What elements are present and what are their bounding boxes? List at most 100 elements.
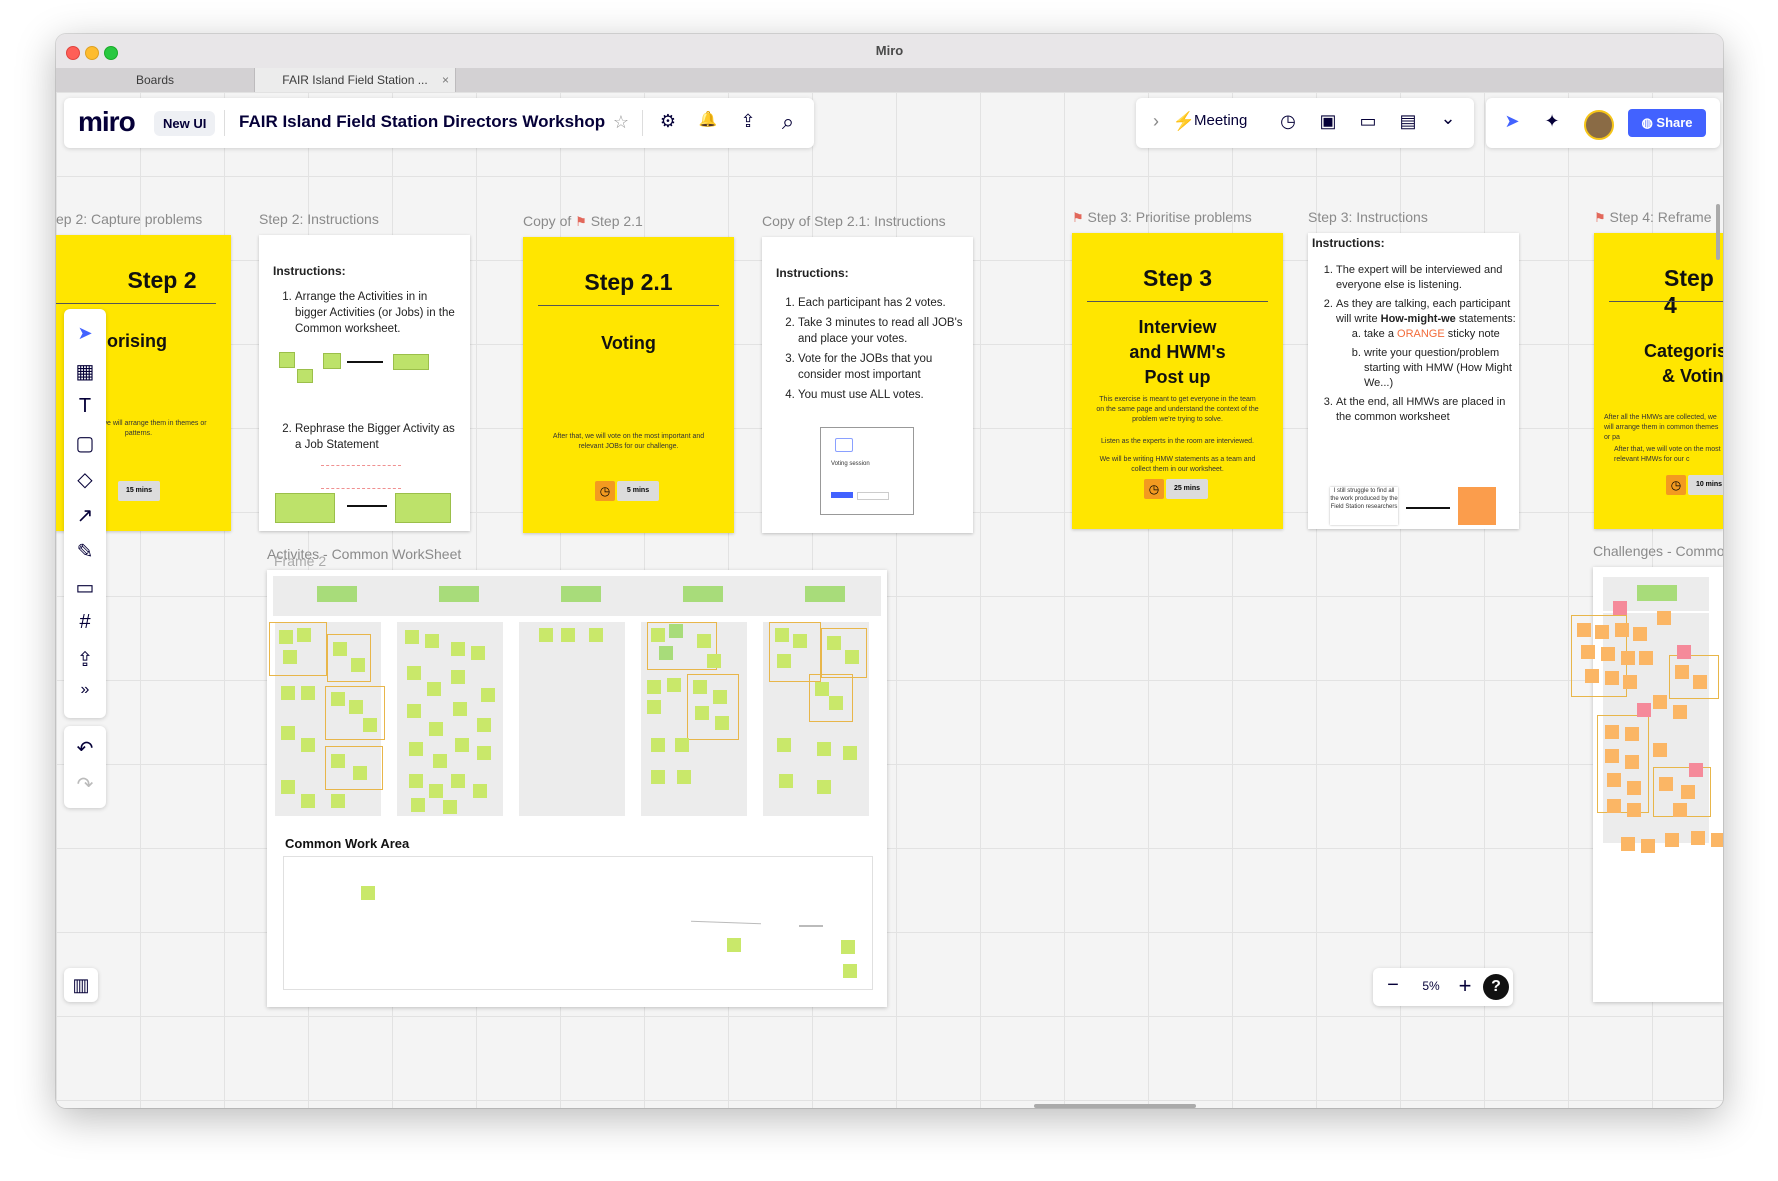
shapes-icon[interactable]: ◇	[64, 467, 106, 492]
card-step4[interactable]: Step 4 Categoris & Votin After all the H…	[1594, 233, 1723, 529]
sticky-note[interactable]	[693, 680, 707, 694]
sticky-note[interactable]	[1677, 645, 1691, 659]
sticky-note[interactable]	[843, 746, 857, 760]
help-button[interactable]: ?	[1483, 974, 1509, 1000]
sticky-note[interactable]	[1641, 839, 1655, 853]
sticky-note[interactable]	[1613, 601, 1627, 615]
connection-line-icon[interactable]: ↗	[64, 503, 106, 528]
pen-icon[interactable]: ✎	[64, 539, 106, 564]
sticky-note[interactable]	[647, 700, 661, 714]
sticky-note[interactable]	[677, 770, 691, 784]
sticky-note[interactable]	[331, 692, 345, 706]
sticky-note[interactable]	[561, 628, 575, 642]
sticky-note[interactable]	[779, 774, 793, 788]
sticky-note[interactable]	[539, 628, 553, 642]
comment-icon[interactable]: ▭	[64, 575, 106, 600]
sticky-note-icon[interactable]: ▢	[64, 431, 106, 456]
header-sticky[interactable]	[561, 586, 601, 602]
sticky-note[interactable]	[1605, 725, 1619, 739]
new-ui-badge[interactable]: New UI	[154, 111, 216, 136]
sticky-note[interactable]	[451, 774, 465, 788]
header-sticky[interactable]	[1637, 585, 1677, 601]
sticky-note[interactable]	[301, 738, 315, 752]
sticky-note[interactable]	[301, 686, 315, 700]
header-sticky[interactable]	[439, 586, 479, 602]
sticky-note[interactable]	[473, 784, 487, 798]
frame-label-step3-prioritise[interactable]: ⚑ Step 3: Prioritise problems	[1072, 209, 1252, 226]
sticky-note[interactable]	[281, 780, 295, 794]
sticky-note[interactable]	[1607, 799, 1621, 813]
sticky-note[interactable]	[829, 696, 843, 710]
more-chevron-icon[interactable]: ⌄	[1436, 108, 1460, 129]
upload-icon[interactable]: ⇪	[736, 111, 760, 132]
challenges-frame[interactable]	[1571, 567, 1723, 1002]
card-step2-instructions[interactable]: Instructions: Arrange the Activities in …	[259, 235, 470, 531]
sticky-note[interactable]	[281, 686, 295, 700]
sticky-note[interactable]	[1605, 671, 1619, 685]
sticky-note[interactable]	[1585, 669, 1599, 683]
vertical-scrollbar[interactable]	[1716, 204, 1720, 260]
common-work-area[interactable]	[283, 856, 873, 990]
sticky-note[interactable]	[1581, 645, 1595, 659]
sticky-note[interactable]	[429, 784, 443, 798]
sticky-note[interactable]	[843, 964, 857, 978]
sticky-note[interactable]	[713, 690, 727, 704]
sticky-note[interactable]	[1691, 831, 1705, 845]
frame-label-step2-instructions[interactable]: Step 2: Instructions	[259, 211, 379, 227]
select-icon[interactable]: ➤	[64, 323, 106, 344]
sticky-note[interactable]	[281, 726, 295, 740]
header-sticky[interactable]	[805, 586, 845, 602]
sticky-note[interactable]	[775, 628, 789, 642]
zoom-level[interactable]: 5%	[1413, 979, 1449, 993]
lightning-icon[interactable]: ⚡	[1172, 111, 1196, 132]
header-sticky[interactable]	[683, 586, 723, 602]
sticky-note[interactable]	[1633, 627, 1647, 641]
meeting-button[interactable]: Meeting	[1194, 112, 1247, 129]
upload-icon[interactable]: ⇪	[64, 647, 106, 672]
search-icon[interactable]: ⌕	[776, 109, 800, 135]
horizontal-scrollbar[interactable]	[1034, 1104, 1196, 1108]
sticky-note[interactable]	[1621, 837, 1635, 851]
sticky-note[interactable]	[651, 770, 665, 784]
sticky-note[interactable]	[451, 670, 465, 684]
board-canvas[interactable]: ep 2: Capture problems Step 2: Instructi…	[56, 92, 1723, 1108]
sticky-note[interactable]	[1627, 781, 1641, 795]
activities-frame[interactable]: Common Work Area	[267, 570, 887, 1007]
frame-label-capture-problems[interactable]: ep 2: Capture problems	[56, 211, 202, 227]
redo-icon[interactable]: ↷	[64, 772, 106, 797]
sticky-note[interactable]	[675, 738, 689, 752]
sticky-note[interactable]	[1627, 803, 1641, 817]
sticky-note[interactable]	[405, 630, 419, 644]
miro-logo[interactable]: miro	[78, 106, 136, 138]
close-tab-icon[interactable]: ×	[442, 68, 449, 92]
sticky-note[interactable]	[659, 646, 673, 660]
share-button[interactable]: ◍ Share	[1628, 109, 1706, 137]
sticky-note[interactable]	[427, 682, 441, 696]
sticky-note[interactable]	[1673, 803, 1687, 817]
sticky-note[interactable]	[1639, 651, 1653, 665]
sticky-note[interactable]	[1653, 743, 1667, 757]
header-sticky[interactable]	[317, 586, 357, 602]
sticky-note[interactable]	[353, 766, 367, 780]
frame-label-frame2[interactable]: Frame 2	[274, 553, 326, 569]
sticky-note[interactable]	[651, 738, 665, 752]
sticky-note[interactable]	[707, 654, 721, 668]
more-tools-icon[interactable]: »	[64, 681, 106, 699]
sticky-note[interactable]	[695, 706, 709, 720]
sticky-note[interactable]	[1601, 647, 1615, 661]
sticky-note[interactable]	[361, 886, 375, 900]
timer-icon[interactable]: ◷	[1276, 111, 1300, 132]
sticky-note[interactable]	[451, 642, 465, 656]
sticky-note[interactable]	[429, 722, 443, 736]
sticky-note[interactable]	[409, 742, 423, 756]
sticky-note[interactable]	[297, 628, 311, 642]
sticky-note[interactable]	[1607, 773, 1621, 787]
frame-label-step4-reframe[interactable]: ⚑ Step 4: Reframe	[1594, 209, 1711, 226]
card-step21-instructions[interactable]: Instructions: Each participant has 2 vot…	[762, 237, 973, 533]
sticky-note[interactable]	[647, 680, 661, 694]
sticky-note[interactable]	[409, 774, 423, 788]
sticky-note[interactable]	[363, 718, 377, 732]
cursor-icon[interactable]: ➤	[1500, 111, 1524, 132]
sticky-note[interactable]	[1623, 675, 1637, 689]
sticky-note[interactable]	[1625, 727, 1639, 741]
